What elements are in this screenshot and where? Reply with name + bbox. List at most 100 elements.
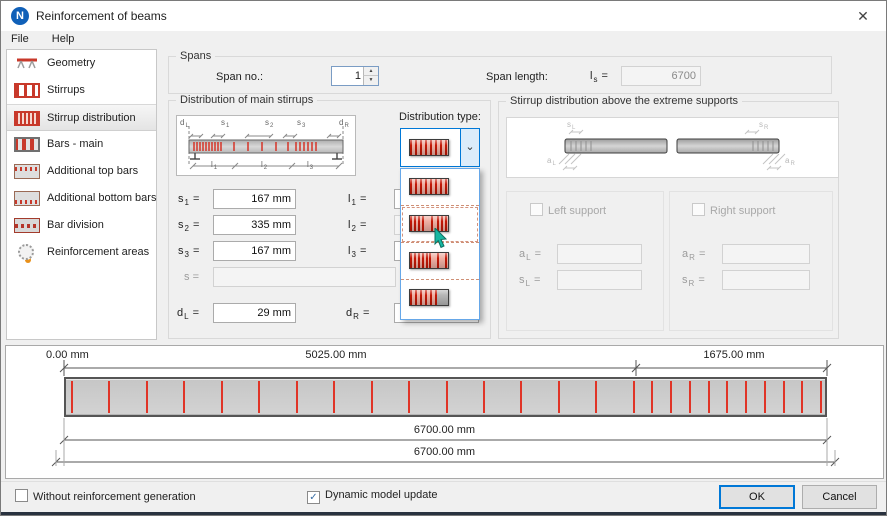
diagram-l1-label: l1 <box>211 160 218 171</box>
beam-preview-panel: 0.00 mm 5025.00 mm 1675.00 mm 6700.00 mm… <box>5 345 884 479</box>
distribution-type-label: Distribution type: <box>399 111 481 123</box>
diagram-l3-label: l3 <box>307 160 314 171</box>
beam-drawing <box>64 377 827 417</box>
span-length-symbol: ls = <box>590 70 608 84</box>
main-stirrups-diagram: dL s1 s2 s3 dR l1 l2 l3 <box>176 115 356 176</box>
sidebar-item-bar-division[interactable]: Bar division <box>7 212 156 239</box>
geometry-icon <box>17 58 37 69</box>
distribution-type-option-1[interactable] <box>401 169 479 206</box>
footer-bar: Without reinforcement generation ✓ Dynami… <box>1 481 886 512</box>
menu-help[interactable]: Help <box>42 31 85 47</box>
stirrup-distribution-icon <box>14 111 40 126</box>
s2-field[interactable]: 335 mm <box>213 215 296 235</box>
right-support-panel: Right support aR = sR = <box>669 191 833 331</box>
span-length-field: 6700 <box>621 66 701 86</box>
stirrup-pattern-uniform-icon <box>409 178 449 195</box>
sidebar-item-additional-top-bars[interactable]: Additional top bars <box>7 158 156 185</box>
left-support-panel: Left support aL = sL = <box>506 191 664 331</box>
sr-label: sR = <box>682 274 705 288</box>
sidebar-item-reinforcement-areas[interactable]: Reinforcement areas <box>7 239 156 266</box>
diagram-s1-label: s1 <box>221 118 230 129</box>
checkbox-box[interactable]: ✓ <box>307 491 320 504</box>
s3-label: s3 = <box>178 245 200 259</box>
diagram-dl-label: dL <box>180 118 189 129</box>
ar-field <box>722 244 810 264</box>
diagram-dr-label: dR <box>339 118 349 129</box>
stirrup-pattern-left-dense-icon <box>409 252 449 269</box>
sl-label: sL = <box>519 274 541 288</box>
diagram-sr-label: sR <box>759 120 769 131</box>
diagram-l2-label: l2 <box>261 160 268 171</box>
window-title: Reinforcement of beams <box>36 9 167 23</box>
spin-up-icon[interactable]: ▲ <box>363 67 378 76</box>
s3-field[interactable]: 167 mm <box>213 241 296 261</box>
checkbox-box[interactable] <box>15 489 28 502</box>
left-support-checkbox[interactable]: Left support <box>530 203 606 217</box>
sidebar-item-additional-bottom-bars[interactable]: Additional bottom bars <box>7 185 156 212</box>
app-logo-icon: N <box>11 7 29 25</box>
without-reinforcement-checkbox[interactable]: Without reinforcement generation <box>15 489 196 503</box>
supports-group-label: Stirrup distribution above the extreme s… <box>506 95 743 107</box>
diagram-s2-label: s2 <box>265 118 274 129</box>
diagram-ar-label: aR <box>785 156 795 167</box>
s1-field[interactable]: 167 mm <box>213 189 296 209</box>
cancel-button[interactable]: Cancel <box>802 485 877 509</box>
menu-file[interactable]: File <box>1 31 39 47</box>
stirrups-icon <box>14 83 40 98</box>
dynamic-model-update-checkbox[interactable]: ✓ Dynamic model update <box>307 489 438 504</box>
spin-down-icon[interactable]: ▼ <box>363 76 378 85</box>
bottom-edge-strip <box>1 512 886 515</box>
dl-field[interactable]: 29 mm <box>213 303 296 323</box>
diagram-sl-label: sL <box>567 120 576 131</box>
right-support-checkbox[interactable]: Right support <box>692 203 775 217</box>
sidebar-item-geometry[interactable]: Geometry <box>7 50 156 77</box>
s-label: s = <box>184 271 199 283</box>
supports-sketch <box>558 129 786 171</box>
l1-label: l1 = <box>348 193 367 207</box>
dim-total-outer-label: 6700.00 mm <box>413 446 476 458</box>
sidebar-item-stirrups[interactable]: Stirrups <box>7 77 156 104</box>
menu-bar: File Help <box>1 31 886 49</box>
diagram-s3-label: s3 <box>297 118 306 129</box>
s-field <box>213 267 396 287</box>
dim-mid-label: 5025.00 mm <box>305 349 367 361</box>
ok-button[interactable]: OK <box>719 485 795 509</box>
al-field <box>557 244 642 264</box>
span-no-value: 1 <box>354 70 361 82</box>
al-label: aL = <box>519 248 542 262</box>
l3-label: l3 = <box>348 245 367 259</box>
reinforcement-of-beams-dialog: N Reinforcement of beams ✕ File Help Geo… <box>0 0 887 516</box>
s1-label: s1 = <box>178 193 200 207</box>
l2-label: l2 = <box>348 219 367 233</box>
sidebar-item-bars-main[interactable]: Bars - main <box>7 131 156 158</box>
span-no-label: Span no.: <box>216 71 264 83</box>
sidebar-item-stirrup-distribution[interactable]: Stirrup distribution <box>7 104 156 131</box>
distribution-type-combo[interactable]: ⌄ <box>400 128 480 167</box>
checkbox-box[interactable] <box>530 203 543 216</box>
ar-label: aR = <box>682 248 706 262</box>
mouse-cursor <box>434 228 448 249</box>
sl-field <box>557 270 642 290</box>
sr-field <box>722 270 810 290</box>
supports-diagram: sL aL sR aR <box>506 117 839 178</box>
span-length-label: Span length: <box>486 71 548 83</box>
dim-left-label: 0.00 mm <box>46 349 89 361</box>
bar-division-icon <box>14 218 40 233</box>
dim-total-inner-label: 6700.00 mm <box>413 424 476 436</box>
reinforcement-areas-icon <box>18 244 34 260</box>
additional-top-bars-icon <box>14 164 40 179</box>
dr-label: dR = <box>346 307 370 321</box>
chevron-down-icon[interactable]: ⌄ <box>460 129 479 166</box>
close-icon[interactable]: ✕ <box>852 6 874 26</box>
dl-label: dL = <box>177 307 200 321</box>
checkbox-box[interactable] <box>692 203 705 216</box>
spans-group-label: Spans <box>176 50 216 62</box>
additional-bottom-bars-icon <box>14 191 40 206</box>
s2-label: s2 = <box>178 219 200 233</box>
sidebar: Geometry Stirrups Stirrup distribution B… <box>6 49 157 340</box>
span-no-stepper[interactable]: 1 ▲ ▼ <box>331 66 379 86</box>
distribution-type-option-4[interactable] <box>401 280 479 317</box>
diagram-al-label: aL <box>547 156 556 167</box>
bars-main-icon <box>14 137 40 152</box>
stirrup-pattern-partial-icon <box>409 289 449 306</box>
